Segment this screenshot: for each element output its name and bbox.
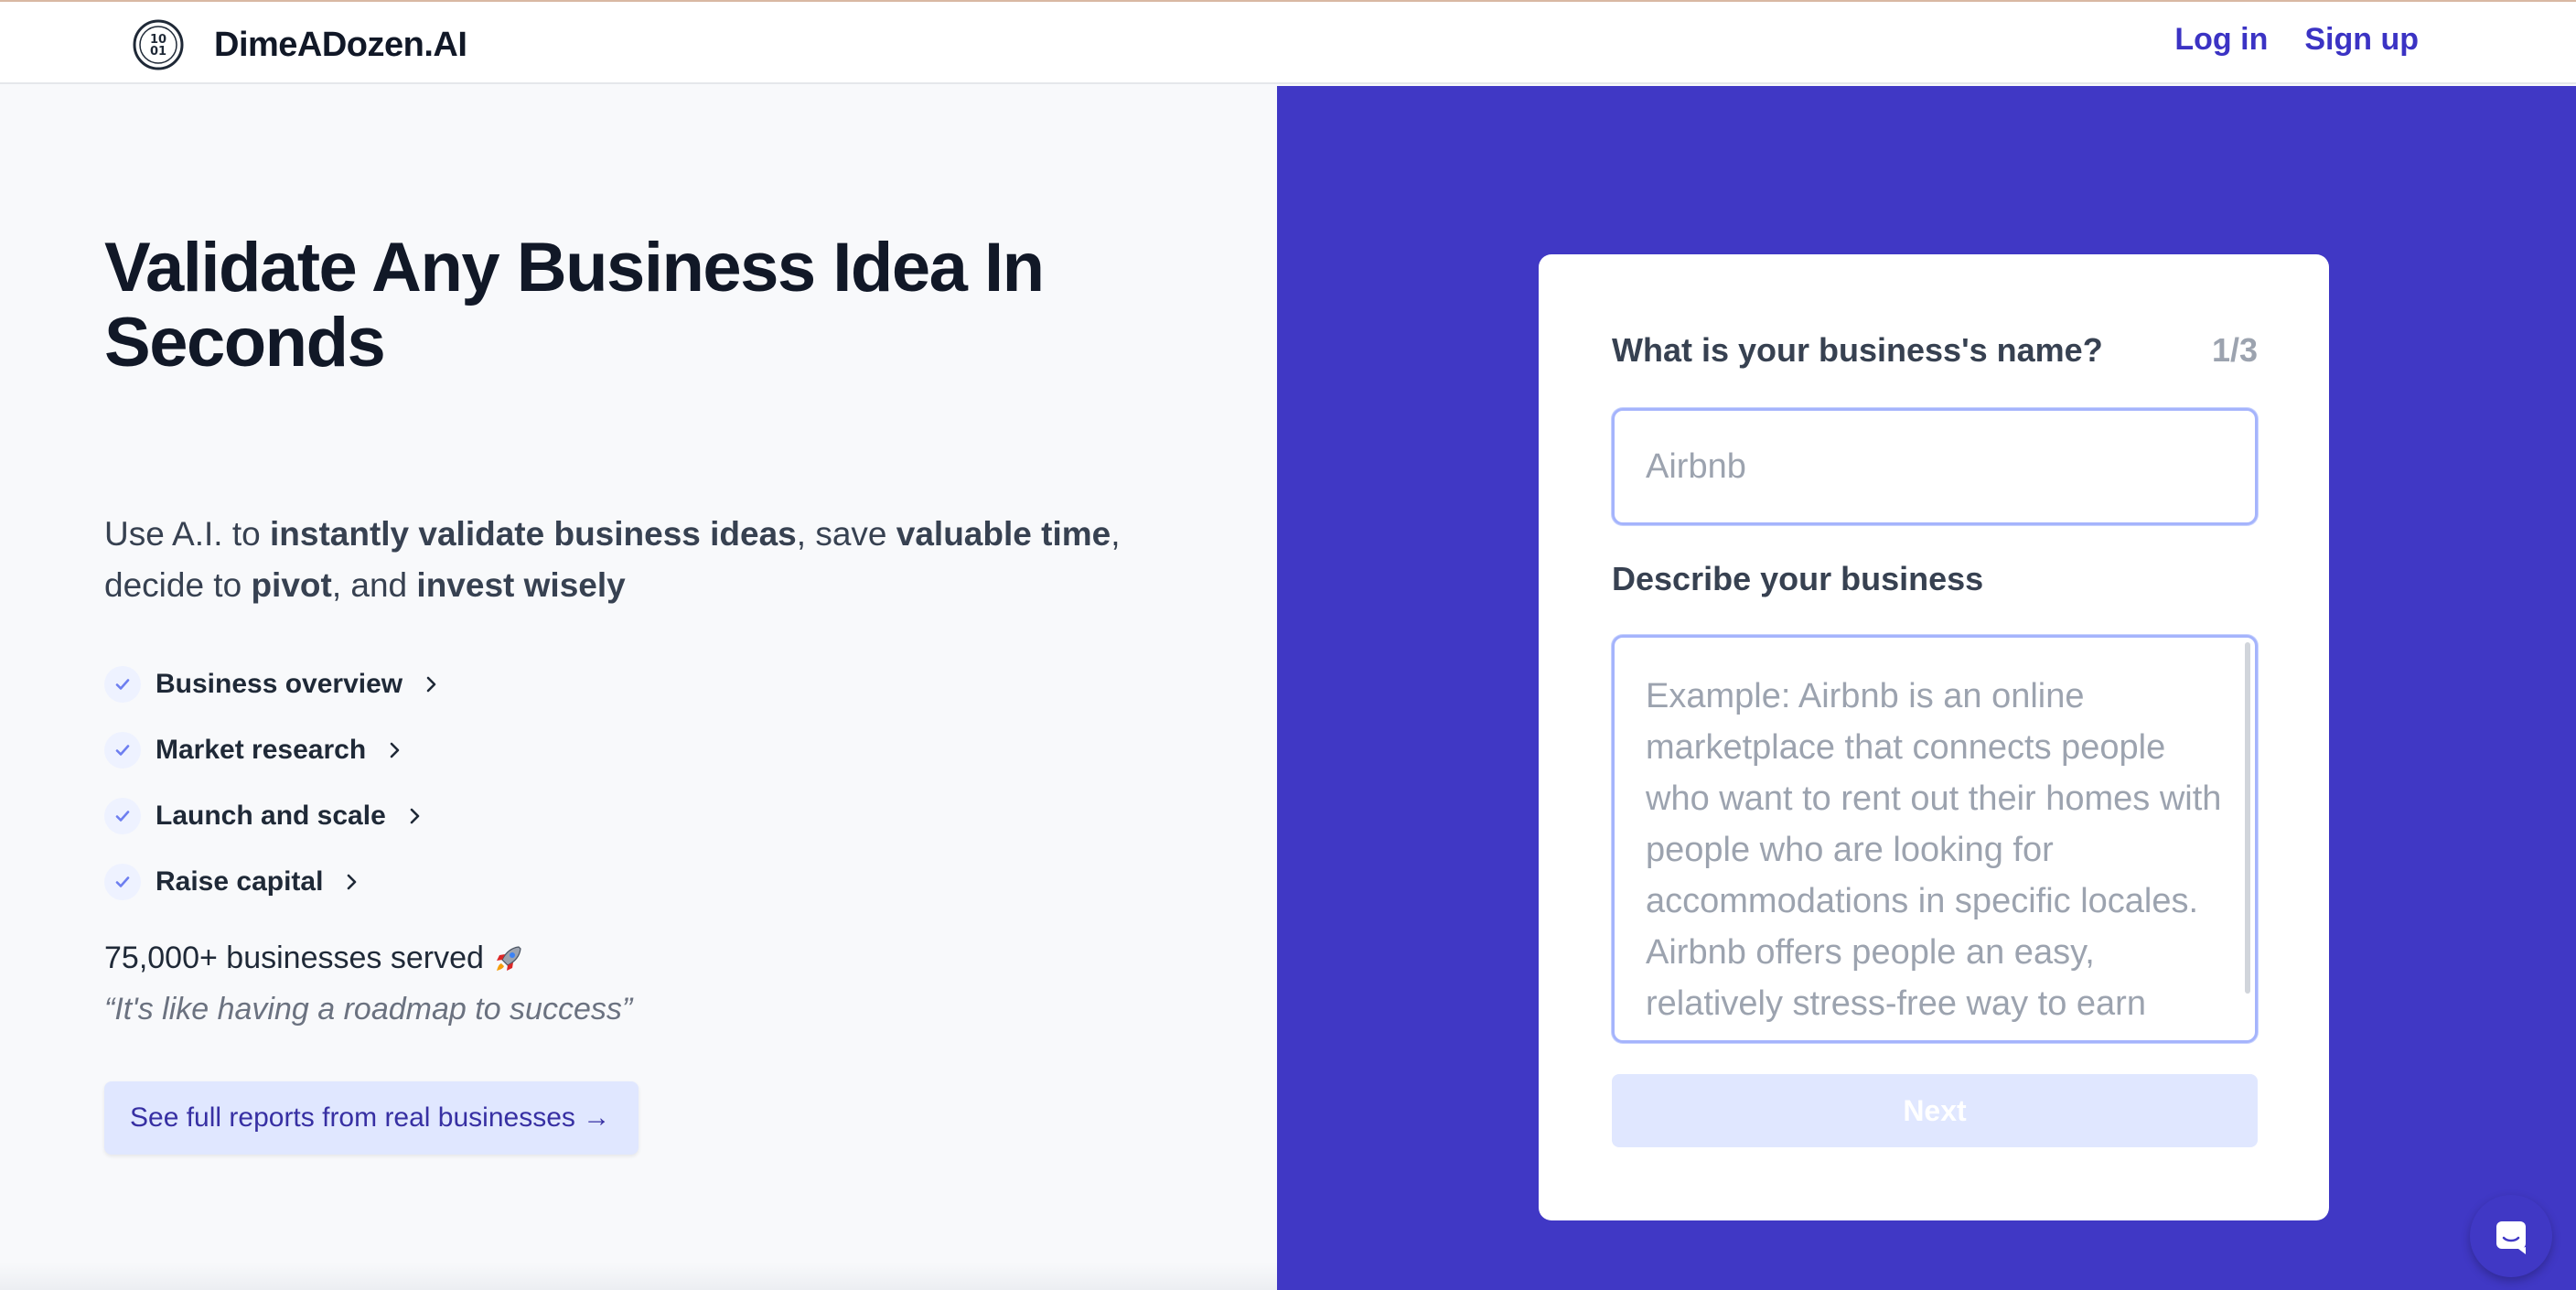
check-icon xyxy=(104,732,141,769)
check-icon xyxy=(104,798,141,834)
subtitle-part: , and xyxy=(331,566,417,604)
chevron-right-icon xyxy=(410,808,420,824)
top-nav: 10 01 DimeADozen.AI Log in Sign up xyxy=(0,2,2576,84)
subtitle-emphasis: invest wisely xyxy=(416,566,626,604)
see-reports-button[interactable]: See full reports from real businesses → xyxy=(104,1081,639,1155)
business-form-card: What is your business's name? 1/3 Descri… xyxy=(1539,254,2329,1220)
chat-launcher-button[interactable] xyxy=(2470,1195,2552,1277)
hero-subtitle: Use A.I. to instantly validate business … xyxy=(104,509,1202,611)
describe-business-label: Describe your business xyxy=(1612,560,1984,597)
hero-title: Validate Any Business Idea In Seconds xyxy=(104,229,1045,382)
check-icon xyxy=(104,864,141,900)
feature-item-business-overview[interactable]: Business overview xyxy=(104,651,441,717)
subtitle-emphasis: pivot xyxy=(251,566,332,604)
name-question-row: What is your business's name? 1/3 xyxy=(1612,331,2258,370)
subtitle-emphasis: instantly validate business ideas xyxy=(269,515,797,553)
feature-label: Raise capital xyxy=(156,866,324,897)
check-icon xyxy=(104,666,141,703)
brand-name: DimeADozen.AI xyxy=(214,25,467,64)
businesses-served: 75,000+ businesses served xyxy=(104,941,526,976)
logo-link[interactable]: 10 01 DimeADozen.AI xyxy=(132,18,467,71)
chevron-right-icon xyxy=(390,742,400,758)
feature-label: Market research xyxy=(156,735,367,765)
testimonial-quote: “It's like having a roadmap to success” xyxy=(104,992,633,1027)
chevron-right-icon xyxy=(426,676,436,693)
business-name-input[interactable] xyxy=(1612,408,2258,525)
chat-bubble-icon xyxy=(2496,1221,2526,1254)
name-question-label: What is your business's name? xyxy=(1612,331,2103,369)
login-link[interactable]: Log in xyxy=(2174,22,2268,58)
bottom-fade xyxy=(0,1263,1277,1290)
subtitle-emphasis: valuable time xyxy=(896,515,1111,553)
coin-1001-icon: 10 01 xyxy=(133,19,184,70)
next-button[interactable]: Next xyxy=(1612,1074,2258,1147)
feature-label: Business overview xyxy=(156,669,403,699)
feature-label: Launch and scale xyxy=(156,801,386,831)
rocket-icon xyxy=(496,945,521,971)
feature-list: Business overview Market research Launch… xyxy=(104,651,441,915)
business-description-textarea[interactable] xyxy=(1612,635,2258,1043)
textarea-scrollbar[interactable] xyxy=(2245,642,2250,994)
feature-item-launch-and-scale[interactable]: Launch and scale xyxy=(104,783,441,849)
served-text: 75,000+ businesses served xyxy=(104,941,484,975)
subtitle-part: Use A.I. to xyxy=(104,515,270,553)
chevron-right-icon xyxy=(348,874,357,890)
subtitle-part: , save xyxy=(796,515,896,553)
signup-link[interactable]: Sign up xyxy=(2304,22,2419,58)
step-indicator: 1/3 xyxy=(2211,331,2258,369)
feature-item-market-research[interactable]: Market research xyxy=(104,717,441,783)
auth-nav: Log in Sign up xyxy=(2174,22,2419,58)
svg-text:01: 01 xyxy=(150,45,166,59)
feature-item-raise-capital[interactable]: Raise capital xyxy=(104,849,441,915)
